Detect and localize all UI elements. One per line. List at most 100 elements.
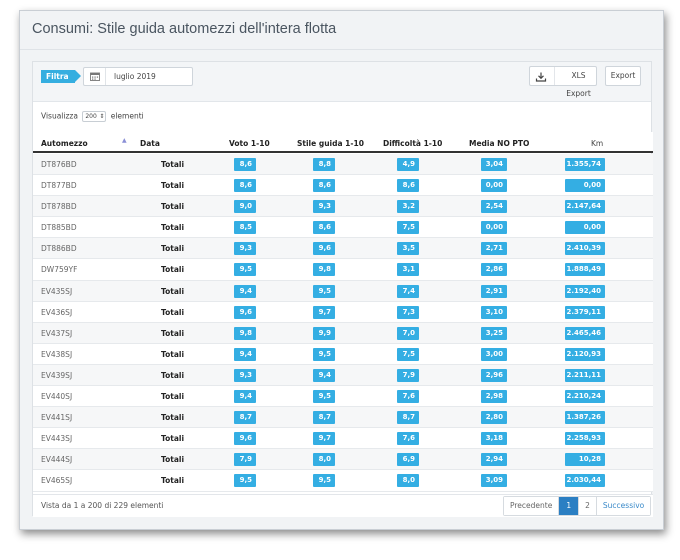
- vehicle-code: EV439SJ: [41, 370, 73, 380]
- difficolta-badge: 3,2: [397, 200, 419, 214]
- voto-badge: 9,5: [234, 474, 256, 488]
- media-no-pto-badge: 3,10: [481, 305, 507, 319]
- difficolta-badge: 7,5: [397, 221, 419, 235]
- km-badge: 10,28: [565, 453, 605, 467]
- media-no-pto-badge: 2,98: [481, 390, 507, 404]
- table-row[interactable]: EV465SJ Totali 9,5 9,5 8,0 3,09 2.030,44: [33, 470, 653, 492]
- km-badge: 2.211,11: [565, 368, 605, 382]
- column-automezzo[interactable]: Automezzo: [41, 139, 88, 148]
- table-row[interactable]: DT885BD Totali 8,5 8,6 7,5 0,00 0,00: [33, 217, 653, 239]
- table-row[interactable]: EV440SJ Totali 9,4 9,5 7,6 2,98 2.210,24: [33, 386, 653, 408]
- stile-guida-badge: 9,8: [313, 263, 335, 277]
- table-row[interactable]: EV443SJ Totali 9,6 9,7 7,6 3,18 2.258,93: [33, 428, 653, 450]
- month-picker[interactable]: luglio 2019: [83, 67, 193, 86]
- column-stile-guida[interactable]: Stile guida 1-10: [297, 139, 364, 148]
- table-row[interactable]: EV437SJ Totali 9,8 9,9 7,0 3,25 2.465,46: [33, 322, 653, 344]
- km-badge: 1.355,74: [565, 158, 605, 171]
- page-1-button[interactable]: 1: [559, 497, 580, 515]
- row-period: Totali: [161, 202, 185, 212]
- row-period: Totali: [161, 413, 185, 423]
- difficolta-badge: 3,5: [397, 242, 419, 256]
- stile-guida-badge: 9,9: [313, 326, 335, 340]
- table-row[interactable]: DW759YF Totali 9,5 9,8 3,1 2,86 1.888,49: [33, 259, 653, 281]
- voto-badge: 7,9: [234, 453, 256, 467]
- column-km[interactable]: Km: [591, 139, 603, 148]
- media-no-pto-badge: 0,00: [481, 179, 507, 193]
- export-button[interactable]: Export: [605, 66, 641, 86]
- title-divider: [20, 49, 663, 50]
- stile-guida-badge: 9,6: [313, 242, 335, 256]
- vehicle-code: DT885BD: [41, 223, 77, 233]
- vehicle-code: EV444SJ: [41, 455, 73, 465]
- xls-export-button[interactable]: XLS Export: [529, 66, 597, 98]
- voto-badge: 8,7: [234, 411, 256, 425]
- difficolta-badge: 7,5: [397, 347, 419, 361]
- vehicle-code: EV436SJ: [41, 307, 73, 317]
- km-badge: 2.410,39: [565, 242, 605, 256]
- stile-guida-badge: 8,6: [313, 221, 335, 235]
- table-row[interactable]: EV444SJ Totali 7,9 8,0 6,9 2,94 10,28: [33, 449, 653, 471]
- table-row[interactable]: EV439SJ Totali 9,3 9,4 7,9 2,96 2.211,11: [33, 364, 653, 387]
- table-row[interactable]: EV435SJ Totali 9,4 9,5 7,4 2,91 2.192,40: [33, 280, 653, 302]
- difficolta-badge: 8,7: [397, 411, 419, 425]
- vehicle-code: DT878BD: [41, 202, 77, 212]
- sort-asc-icon[interactable]: ▲: [122, 137, 127, 144]
- table-row[interactable]: DT886BD Totali 9,3 9,6 3,5 2,71 2.410,39: [33, 238, 653, 260]
- voto-badge: 9,5: [234, 263, 256, 277]
- length-prefix: Visualizza: [41, 111, 78, 121]
- table-header: Automezzo ▲ Data Voto 1-10 Stile guida 1…: [33, 132, 653, 153]
- column-media-no-pto[interactable]: Media NO PTO: [469, 139, 529, 148]
- column-data[interactable]: Data: [140, 139, 160, 148]
- vehicle-code: EV441SJ: [41, 413, 73, 423]
- voto-badge: 9,3: [234, 368, 256, 382]
- vehicle-code: EV437SJ: [41, 328, 73, 338]
- difficolta-badge: 8,6: [397, 179, 419, 193]
- difficolta-badge: 3,1: [397, 263, 419, 277]
- page-2-button[interactable]: 2: [579, 497, 597, 515]
- stile-guida-badge: 9,5: [313, 390, 335, 404]
- difficolta-badge: 8,0: [397, 474, 419, 488]
- km-badge: 2.465,46: [565, 326, 605, 340]
- filter-label[interactable]: Filtra: [41, 70, 81, 83]
- page-length-select[interactable]: 200: [82, 111, 107, 122]
- voto-badge: 9,6: [234, 305, 256, 319]
- km-badge: 1.387,26: [565, 411, 605, 425]
- media-no-pto-badge: 2,80: [481, 411, 507, 425]
- table-row[interactable]: DT876BD Totali 8,6 8,8 4,9 3,04 1.355,74: [33, 154, 653, 176]
- row-period: Totali: [161, 181, 185, 191]
- table-row[interactable]: EV438SJ Totali 9,4 9,5 7,5 3,00 2.120,93: [33, 343, 653, 365]
- prev-page-button[interactable]: Precedente: [504, 497, 560, 515]
- row-period: Totali: [161, 455, 185, 465]
- vehicle-code: EV443SJ: [41, 434, 73, 444]
- media-no-pto-badge: 0,00: [481, 221, 507, 235]
- column-difficolta[interactable]: Difficoltà 1-10: [383, 139, 442, 148]
- voto-badge: 9,4: [234, 347, 256, 361]
- vehicle-code: EV440SJ: [41, 392, 73, 402]
- row-period: Totali: [161, 370, 185, 380]
- row-period: Totali: [161, 223, 185, 233]
- km-badge: 2.030,44: [565, 474, 605, 488]
- media-no-pto-badge: 2,94: [481, 453, 507, 467]
- row-period: Totali: [161, 286, 185, 296]
- table-row[interactable]: DT878BD Totali 9,0 9,3 3,2 2,54 2.147,64: [33, 196, 653, 218]
- difficolta-badge: 7,4: [397, 284, 419, 298]
- km-badge: 2.210,24: [565, 390, 605, 404]
- km-badge: 2.258,93: [565, 432, 605, 446]
- next-page-button[interactable]: Successivo: [596, 497, 651, 515]
- stile-guida-badge: 8,8: [313, 158, 335, 171]
- vehicle-code: DT876BD: [41, 160, 77, 169]
- table-info: Vista da 1 a 200 di 229 elementi: [41, 501, 164, 510]
- column-voto[interactable]: Voto 1-10: [229, 139, 270, 148]
- calendar-icon[interactable]: [84, 68, 106, 85]
- row-period: Totali: [161, 265, 185, 275]
- voto-badge: 9,4: [234, 390, 256, 404]
- table-row[interactable]: DT877BD Totali 8,6 8,6 8,6 0,00 0,00: [33, 175, 653, 197]
- difficolta-badge: 7,3: [397, 305, 419, 319]
- table-row[interactable]: EV436SJ Totali 9,6 9,7 7,3 3,10 2.379,11: [33, 301, 653, 323]
- row-period: Totali: [161, 328, 185, 338]
- media-no-pto-badge: 2,86: [481, 263, 507, 277]
- km-badge: 2.147,64: [565, 200, 605, 214]
- media-no-pto-badge: 3,25: [481, 326, 507, 340]
- table-row[interactable]: EV441SJ Totali 8,7 8,7 8,7 2,80 1.387,26: [33, 407, 653, 429]
- difficolta-badge: 7,0: [397, 326, 419, 340]
